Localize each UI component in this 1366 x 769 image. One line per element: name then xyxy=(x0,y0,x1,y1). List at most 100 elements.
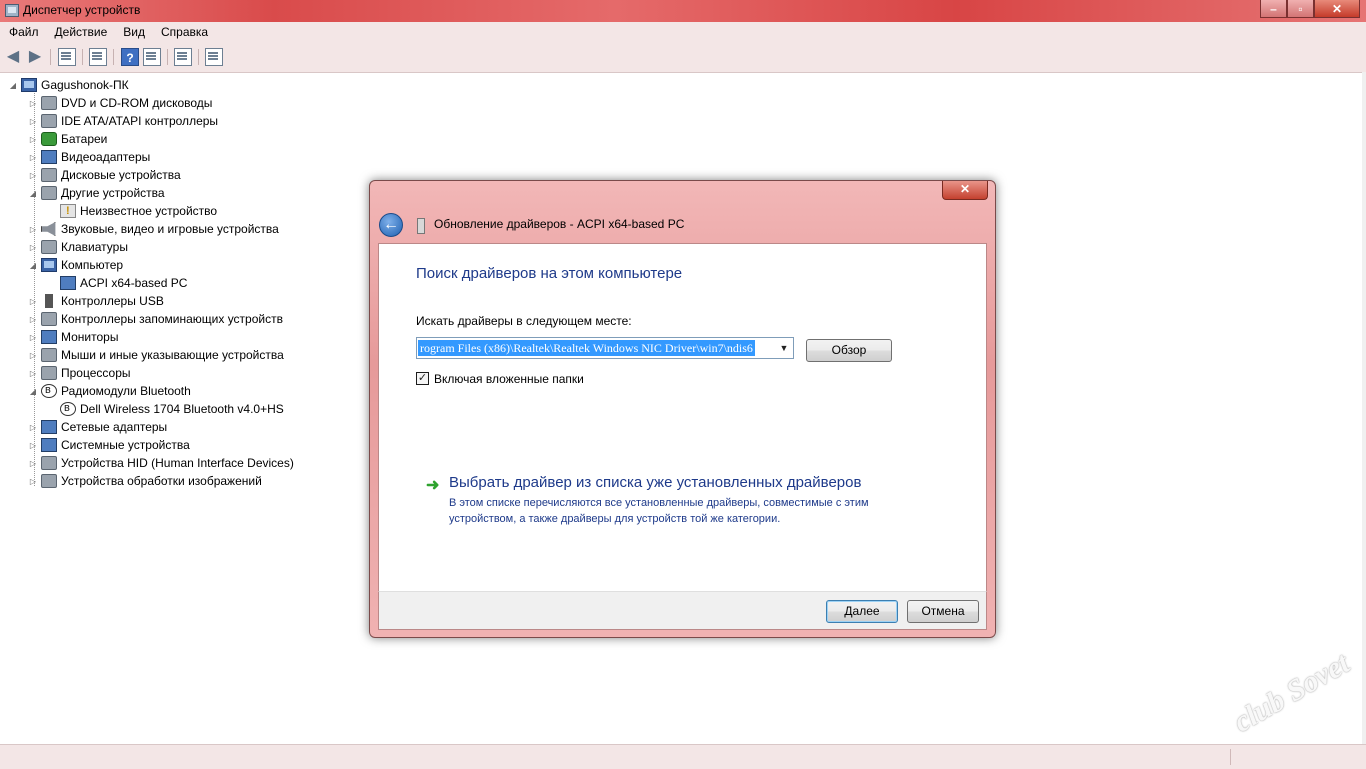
toolbar: ◀ ▶ ? xyxy=(0,43,1366,73)
tree-item-child[interactable]: ACPI x64-based PC xyxy=(60,274,187,292)
hid-icon xyxy=(41,456,57,470)
bluetooth-icon xyxy=(60,402,76,416)
tree-item-label: Звуковые, видео и игровые устройства xyxy=(61,222,279,236)
device-manager-icon xyxy=(5,4,19,17)
expand-toggle-icon[interactable]: ◢ xyxy=(28,261,38,270)
expand-toggle-icon[interactable]: ▷ xyxy=(28,423,38,432)
tree-item[interactable]: ▷ IDE ATA/ATAPI контроллеры xyxy=(28,112,218,130)
expand-toggle-icon[interactable]: ▷ xyxy=(28,135,38,144)
tree-item-label: Батареи xyxy=(61,132,108,146)
tree-item-label: Радиомодули Bluetooth xyxy=(61,384,191,398)
tree-item[interactable]: ▷ Контроллеры USB xyxy=(28,292,164,310)
menu-action[interactable]: Действие xyxy=(46,22,115,43)
include-subfolders-label[interactable]: Включая вложенные папки xyxy=(434,372,584,386)
browse-button[interactable]: Обзор xyxy=(806,339,892,362)
expand-toggle-icon[interactable]: ▷ xyxy=(28,477,38,486)
monitor-icon xyxy=(41,330,57,344)
tree-item[interactable]: ▷ Звуковые, видео и игровые устройства xyxy=(28,220,279,238)
tree-item[interactable]: ▷ Дисковые устройства xyxy=(28,166,181,184)
tree-item[interactable]: ◢ Радиомодули Bluetooth xyxy=(28,382,191,400)
computer-icon xyxy=(41,258,57,272)
forward-arrow-icon[interactable]: ▶ xyxy=(26,48,44,66)
pick-driver-description: В этом списке перечисляются все установл… xyxy=(449,497,869,525)
tree-item[interactable]: ▷ Системные устройства xyxy=(28,436,190,454)
tree-item-label: Неизвестное устройство xyxy=(80,204,218,218)
tree-item[interactable]: ▷ Процессоры xyxy=(28,364,131,382)
minimize-button[interactable]: – xyxy=(1260,0,1287,18)
back-arrow-icon[interactable]: ← xyxy=(379,213,403,237)
menu-help[interactable]: Справка xyxy=(152,22,215,43)
scan-hardware-icon[interactable] xyxy=(174,48,192,66)
expand-toggle-icon[interactable]: ▷ xyxy=(28,459,38,468)
tree-item[interactable]: ▷ Устройства HID (Human Interface Device… xyxy=(28,454,294,472)
expand-toggle-icon[interactable]: ▷ xyxy=(28,153,38,162)
expand-toggle-icon[interactable]: ◢ xyxy=(8,81,18,90)
next-button[interactable]: Далее xyxy=(826,600,898,623)
tree-root[interactable]: ◢ Gagushonok-ПК xyxy=(8,76,129,94)
up-level-icon[interactable] xyxy=(58,48,76,66)
expand-toggle-icon[interactable]: ▷ xyxy=(28,243,38,252)
driver-path-input[interactable]: rogram Files (x86)\Realtek\Realtek Windo… xyxy=(418,340,755,356)
back-arrow-icon[interactable]: ◀ xyxy=(4,48,22,66)
tree-item-label: Другие устройства xyxy=(61,186,165,200)
expand-toggle-icon[interactable]: ◢ xyxy=(28,387,38,396)
properties-icon[interactable] xyxy=(89,48,107,66)
tree-item[interactable]: ◢ Компьютер xyxy=(28,256,123,274)
expand-toggle-icon[interactable]: ▷ xyxy=(28,171,38,180)
tree-item[interactable]: ▷ Мониторы xyxy=(28,328,118,346)
display-adapter-icon xyxy=(41,150,57,164)
scrollbar[interactable] xyxy=(1362,72,1366,744)
tree-item-label: ACPI x64-based PC xyxy=(80,276,188,290)
tree-item[interactable]: ▷ DVD и CD-ROM дисководы xyxy=(28,94,212,112)
tree-item-label: Контроллеры запоминающих устройств xyxy=(61,312,283,326)
dialog-heading: Поиск драйверов на этом компьютере xyxy=(416,265,683,282)
tree-root-label: Gagushonok-ПК xyxy=(41,78,129,92)
green-arrow-icon: ➜ xyxy=(426,477,440,494)
tree-item-label: Мыши и иные указывающие устройства xyxy=(61,348,284,362)
tree-item[interactable]: ▷ Батареи xyxy=(28,130,107,148)
driver-path-combobox[interactable]: rogram Files (x86)\Realtek\Realtek Windo… xyxy=(416,337,794,359)
maximize-button[interactable]: ▫ xyxy=(1287,0,1314,18)
tree-item-label: Мониторы xyxy=(61,330,119,344)
expand-toggle-icon[interactable]: ▷ xyxy=(28,315,38,324)
menu-bar: Файл Действие Вид Справка xyxy=(0,22,1366,43)
close-button[interactable]: ✕ xyxy=(1314,0,1360,18)
tree-item[interactable]: ▷ Мыши и иные указывающие устройства xyxy=(28,346,284,364)
tree-item[interactable]: ▷ Видеоадаптеры xyxy=(28,148,150,166)
tree-item[interactable]: ▷ Сетевые адаптеры xyxy=(28,418,167,436)
system-device-icon xyxy=(41,438,57,452)
disk-drive-icon xyxy=(41,168,57,182)
chevron-down-icon[interactable]: ▼ xyxy=(777,341,791,355)
expand-toggle-icon[interactable]: ▷ xyxy=(28,297,38,306)
tree-item-child[interactable]: Dell Wireless 1704 Bluetooth v4.0+HS xyxy=(60,400,284,418)
cancel-button[interactable]: Отмена xyxy=(907,600,979,623)
expand-toggle-icon[interactable]: ▷ xyxy=(28,369,38,378)
tree-item[interactable]: ▷ Клавиатуры xyxy=(28,238,128,256)
expand-toggle-icon[interactable]: ◢ xyxy=(28,189,38,198)
expand-toggle-icon[interactable]: ▷ xyxy=(28,351,38,360)
tree-item[interactable]: ▷ Контроллеры запоминающих устройств xyxy=(28,310,283,328)
show-hidden-icon[interactable] xyxy=(143,48,161,66)
pick-driver-link[interactable]: Выбрать драйвер из списка уже установлен… xyxy=(449,474,861,491)
expand-toggle-icon[interactable]: ▷ xyxy=(28,225,38,234)
usb-icon xyxy=(45,294,53,308)
tree-item-label: Компьютер xyxy=(61,258,124,272)
expand-toggle-icon[interactable]: ▷ xyxy=(28,99,38,108)
dialog-close-button[interactable]: ✕ xyxy=(942,181,988,200)
expand-toggle-icon[interactable]: ▷ xyxy=(28,117,38,126)
help-icon[interactable]: ? xyxy=(121,48,139,66)
menu-view[interactable]: Вид xyxy=(114,22,152,43)
expand-toggle-icon[interactable]: ▷ xyxy=(28,441,38,450)
menu-file[interactable]: Файл xyxy=(0,22,46,43)
network-adapter-icon xyxy=(41,420,57,434)
tree-item-child[interactable]: Неизвестное устройство xyxy=(60,202,217,220)
tree-item-label: Устройства обработки изображений xyxy=(61,474,262,488)
include-subfolders-checkbox[interactable]: ✓ xyxy=(416,372,429,385)
tree-item-label: Системные устройства xyxy=(61,438,190,452)
tree-item[interactable]: ◢ Другие устройства xyxy=(28,184,165,202)
tree-item[interactable]: ▷ Устройства обработки изображений xyxy=(28,472,262,490)
tree-item-label: IDE ATA/ATAPI контроллеры xyxy=(61,114,219,128)
processor-icon xyxy=(41,366,57,380)
update-driver-icon[interactable] xyxy=(205,48,223,66)
expand-toggle-icon[interactable]: ▷ xyxy=(28,333,38,342)
